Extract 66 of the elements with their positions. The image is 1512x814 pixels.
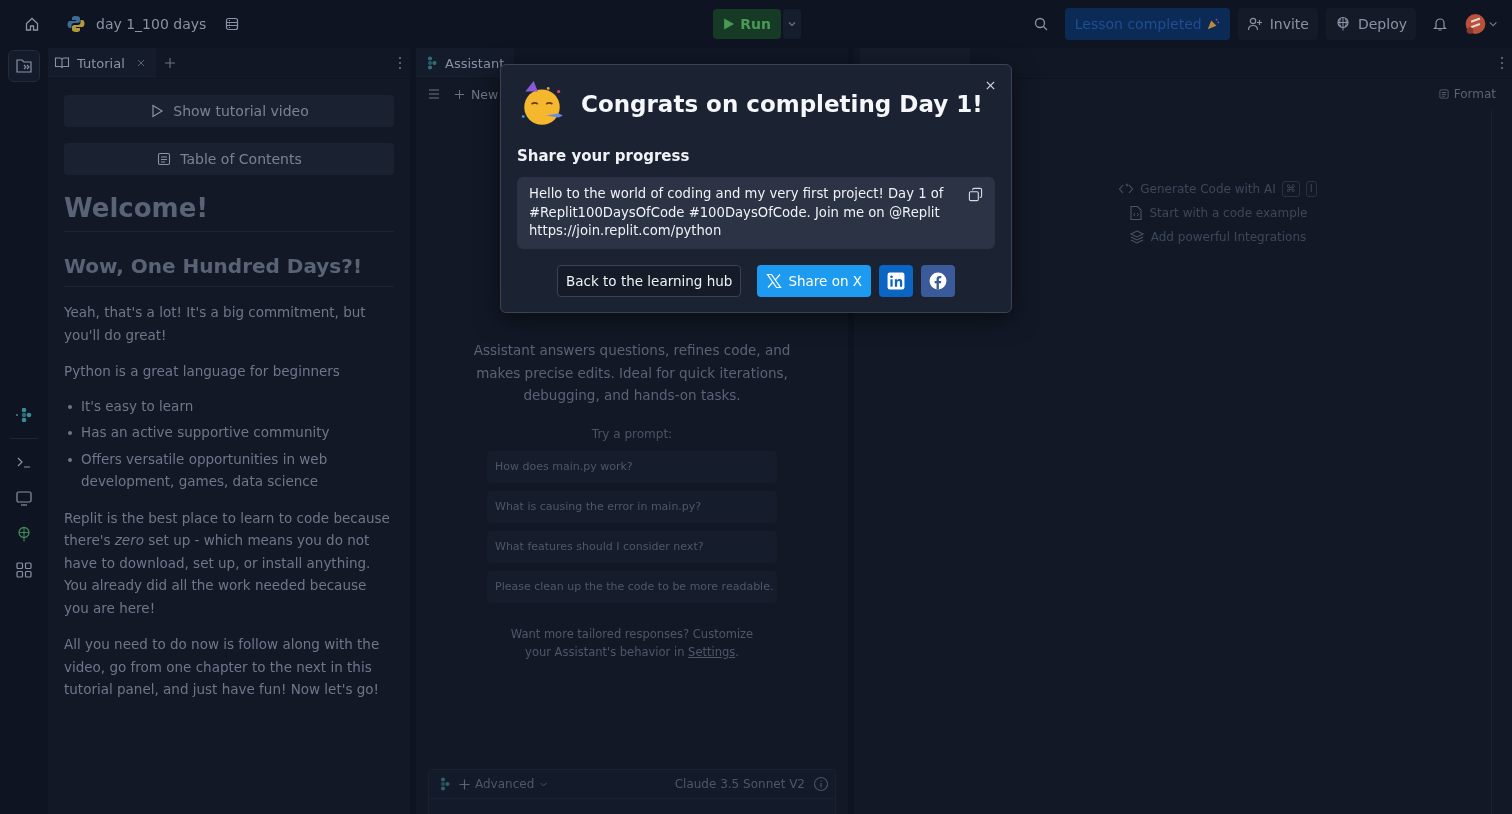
python-logo-icon bbox=[66, 14, 86, 34]
list-item: It's easy to learn bbox=[81, 396, 194, 416]
plus-icon bbox=[459, 778, 470, 790]
format-button[interactable]: Format bbox=[1431, 86, 1502, 102]
table-of-contents-button[interactable]: Table of Contents bbox=[64, 143, 394, 175]
project-name[interactable]: day 1_100 days bbox=[96, 16, 207, 32]
copy-icon[interactable] bbox=[968, 187, 983, 202]
folder-icon[interactable] bbox=[8, 50, 40, 82]
linkedin-logo-icon bbox=[887, 271, 905, 290]
lesson-completed-button[interactable]: Lesson completed bbox=[1064, 8, 1230, 40]
add-tab-icon[interactable] bbox=[163, 57, 176, 69]
tutorial-tab[interactable]: Tutorial bbox=[48, 48, 156, 78]
plus-icon bbox=[454, 88, 465, 100]
shortcut-key: ⌘ bbox=[1281, 181, 1300, 197]
code-file-icon bbox=[1127, 205, 1144, 221]
tutorial-video-button[interactable]: Show tutorial video bbox=[64, 95, 394, 127]
section-heading: Wow, One Hundred Days?! bbox=[64, 254, 363, 280]
paragraph: Replit is the best place to learn to code because there's zero set up - which means you do not have to download, set up, or install anything. You already did all the work needed because you are here! bbox=[64, 508, 391, 618]
facebook-logo-icon bbox=[929, 271, 947, 290]
add-person-icon bbox=[1246, 16, 1263, 32]
model-name[interactable]: Claude 3.5 Sonnet V2 bbox=[674, 777, 805, 791]
more-icon[interactable] bbox=[398, 55, 402, 71]
prompt-suggestion[interactable]: Please clean up the the code to be more readable. bbox=[487, 570, 777, 603]
list-item: Has an active supportive community bbox=[81, 423, 330, 442]
close-icon[interactable] bbox=[985, 80, 996, 91]
play-icon bbox=[723, 18, 735, 30]
dialog-title: Congrats on completing Day 1! bbox=[581, 91, 983, 117]
assistant-icon[interactable] bbox=[15, 406, 33, 424]
list-icon bbox=[156, 151, 173, 167]
caret-icon bbox=[786, 19, 797, 29]
assistant-description: Assistant answers questions, refines code, and makes precise edits. Ideal for quick iterations, debugging, and hands-on tasks. bbox=[472, 341, 792, 405]
mode-dropdown[interactable]: Advanced bbox=[459, 777, 549, 791]
book-icon bbox=[54, 55, 70, 71]
dialog-subtitle: Share your progress bbox=[517, 147, 691, 165]
x-logo-icon bbox=[766, 272, 783, 289]
bell-icon[interactable] bbox=[1432, 16, 1448, 32]
customize-note: Want more tailored responses? Customize your Assistant's behavior in Settings. bbox=[509, 625, 755, 661]
deploy-button[interactable]: Deploy bbox=[1325, 8, 1416, 40]
try-prompt-label: Try a prompt: bbox=[591, 426, 673, 441]
share-message: Hello to the world of coding and my very first project! Day 1 of #Replit100DaysOfCode #100DaysOfCode. Join me on @Replit https://join.replit.com/python bbox=[529, 185, 945, 240]
prompt-suggestion[interactable]: How does main.py work? bbox=[487, 450, 777, 483]
assistant-tab[interactable]: Assistant bbox=[416, 48, 515, 78]
share-on-x-button[interactable]: Share on X bbox=[757, 264, 871, 297]
paragraph: All you need to do now is follow along with the video, go from one chapter to the next in this tutorial panel, and just have fun! Now let's go! bbox=[64, 635, 381, 699]
page-title: Welcome! bbox=[64, 192, 210, 225]
avatar-icon[interactable] bbox=[1464, 13, 1498, 35]
list-item: Offers versatile opportunities in web development, games, data science bbox=[81, 449, 329, 491]
globe-icon[interactable] bbox=[15, 525, 33, 543]
back-to-hub-button[interactable]: Back to the learning hub bbox=[557, 264, 742, 297]
database-icon[interactable] bbox=[224, 16, 241, 32]
run-button[interactable]: Run bbox=[713, 9, 781, 39]
layers-icon bbox=[1128, 229, 1145, 245]
paragraph: Python is a great language for beginners bbox=[64, 362, 341, 381]
home-icon[interactable] bbox=[24, 16, 40, 32]
search-icon[interactable] bbox=[1032, 16, 1049, 32]
invite-button[interactable]: Invite bbox=[1237, 8, 1318, 40]
new-chat-link[interactable]: New bbox=[454, 86, 499, 102]
facebook-button[interactable] bbox=[921, 264, 955, 297]
paragraph: Yeah, that's a lot! It's a big commitment, but you'll do great! bbox=[64, 303, 367, 345]
party-popper-icon bbox=[1205, 17, 1220, 31]
document-icon bbox=[1437, 88, 1450, 100]
monitor-icon[interactable] bbox=[15, 489, 33, 507]
grid-icon[interactable] bbox=[15, 561, 33, 579]
linkedin-button[interactable] bbox=[879, 264, 913, 297]
more-icon[interactable] bbox=[1500, 55, 1504, 71]
globe-icon bbox=[1334, 16, 1351, 32]
